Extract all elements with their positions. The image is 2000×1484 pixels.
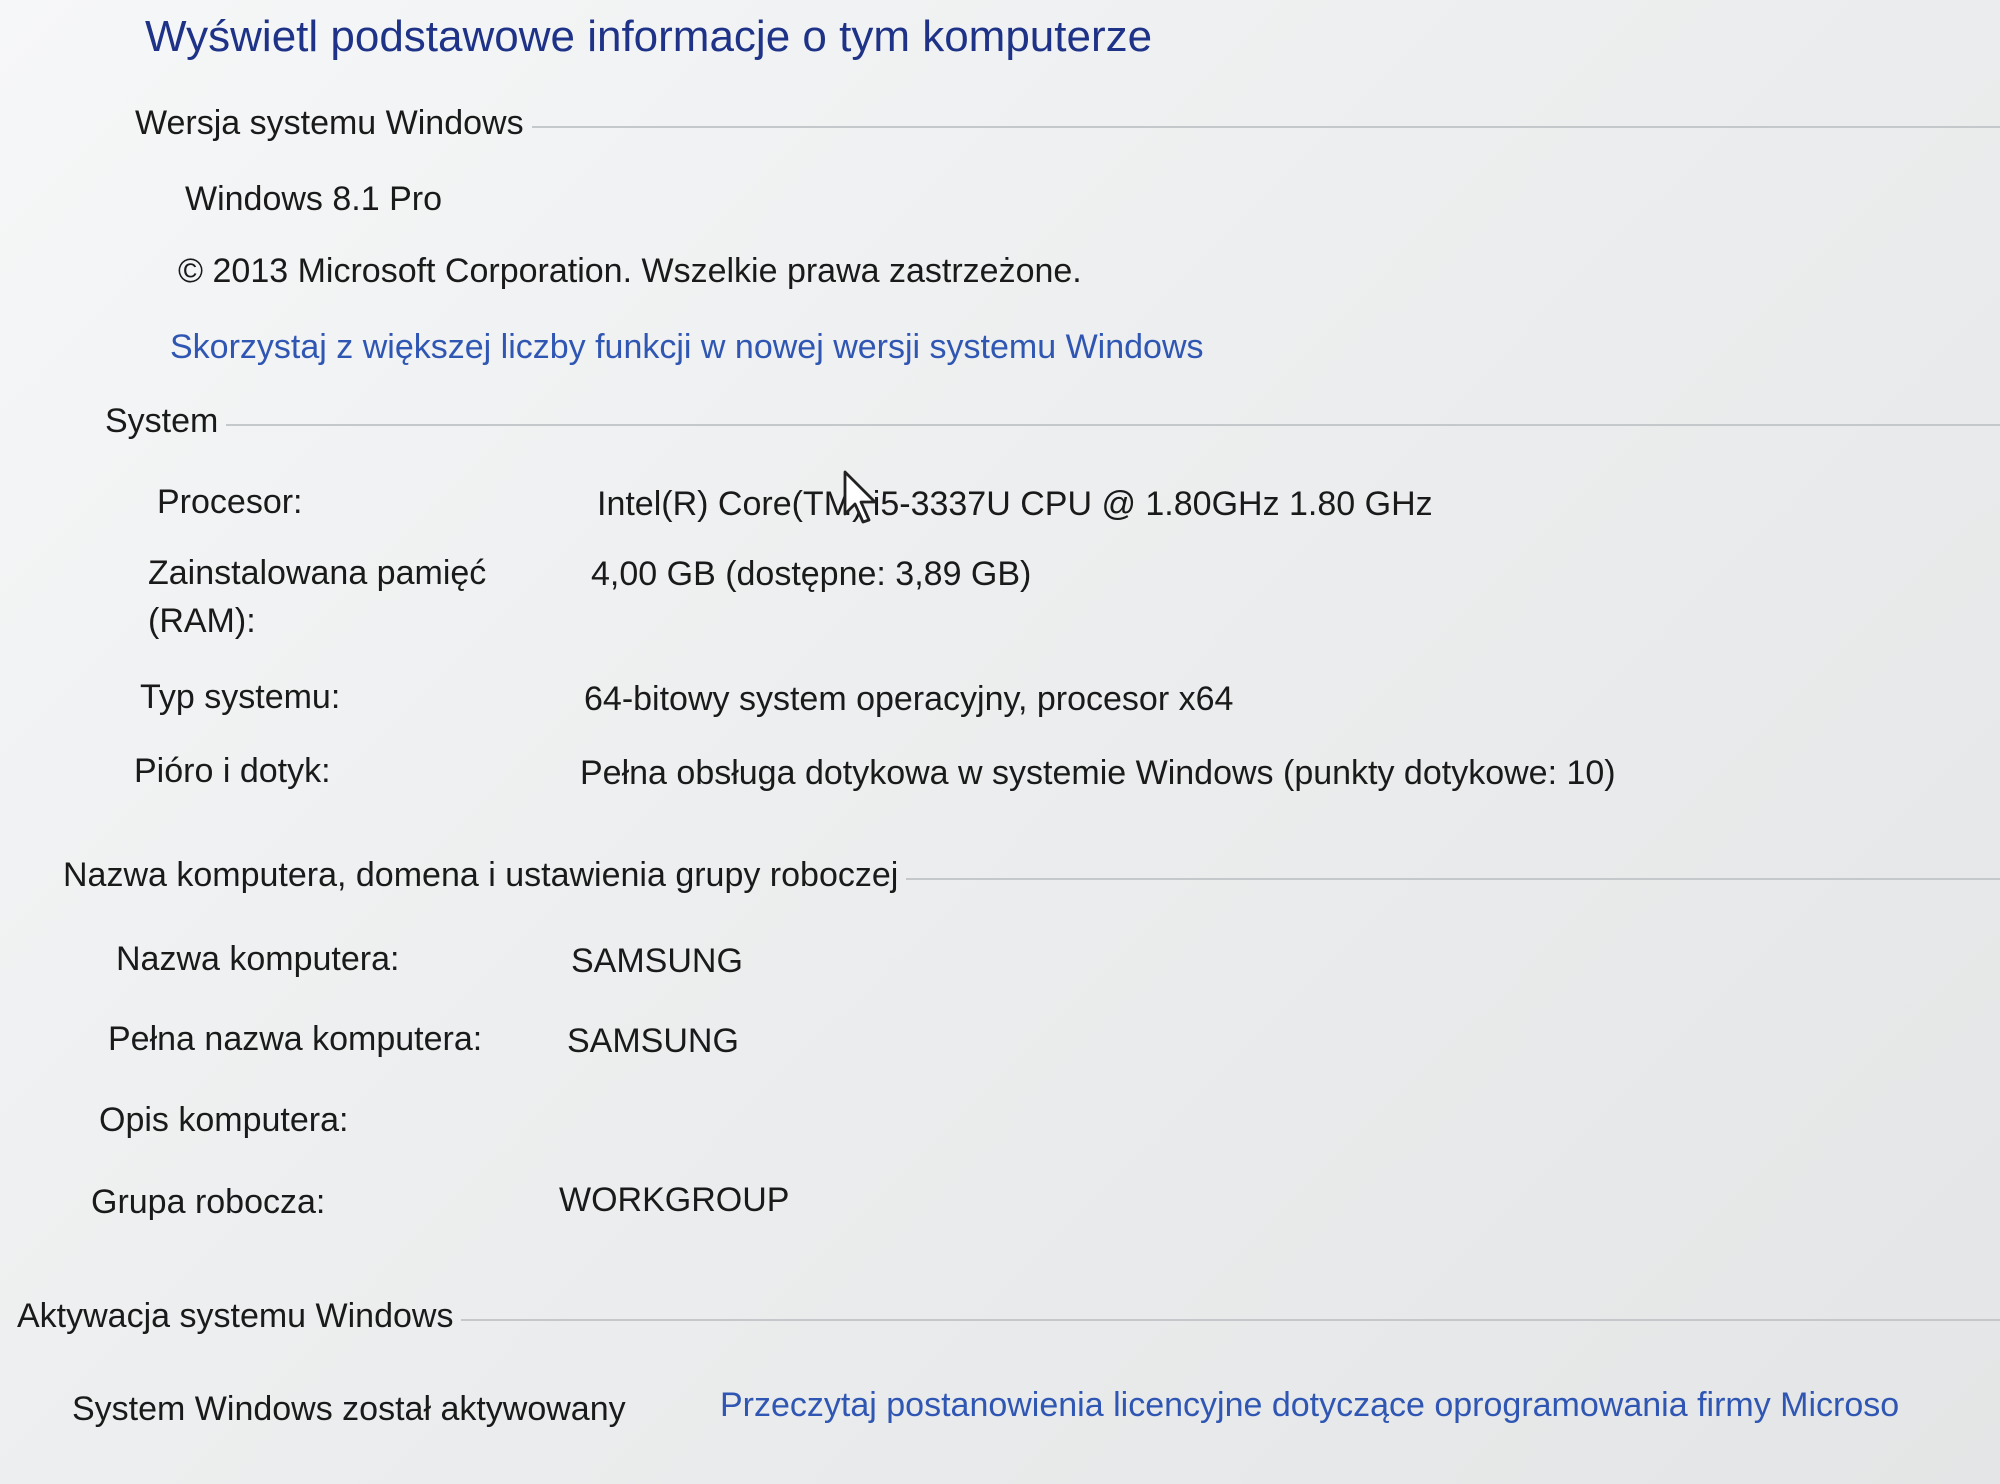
full-computer-name-value: SAMSUNG [567, 1022, 739, 1060]
upgrade-windows-link[interactable]: Skorzystaj z większej liczby funkcji w n… [170, 328, 1204, 367]
windows-edition-name: Windows 8.1 Pro [185, 180, 442, 218]
activation-status: System Windows został aktywowany [72, 1390, 626, 1428]
mouse-pointer-icon [843, 470, 877, 524]
section-system: System [105, 402, 2000, 441]
computer-name-label: Nazwa komputera: [116, 940, 400, 978]
section-activation: Aktywacja systemu Windows [17, 1297, 2000, 1336]
system-type-label: Typ systemu: [140, 678, 341, 716]
system-type-value: 64-bitowy system operacyjny, procesor x6… [584, 680, 1234, 718]
ram-value: 4,00 GB (dostępne: 3,89 GB) [591, 555, 1032, 593]
section-heading-activation: Aktywacja systemu Windows [17, 1297, 454, 1335]
processor-value: Intel(R) Core(TM) i5-3337U CPU @ 1.80GHz… [597, 485, 1433, 523]
section-divider [461, 1318, 2000, 1321]
pen-touch-label: Pióro i dotyk: [134, 752, 331, 790]
section-divider [906, 877, 2000, 880]
ram-label: Zainstalowana pamięć (RAM): [148, 554, 487, 640]
section-divider [226, 423, 2000, 426]
computer-description-label: Opis komputera: [99, 1101, 349, 1139]
section-heading-computer-name: Nazwa komputera, domena i ustawienia gru… [63, 856, 899, 894]
page-title: Wyświetl podstawowe informacje o tym kom… [145, 12, 1153, 61]
section-divider [531, 125, 2000, 128]
workgroup-label: Grupa robocza: [91, 1183, 326, 1221]
processor-label: Procesor: [157, 483, 303, 521]
copyright-text: © 2013 Microsoft Corporation. Wszelkie p… [178, 252, 1082, 290]
section-heading-windows-edition: Wersja systemu Windows [135, 104, 524, 142]
pen-touch-value: Pełna obsługa dotykowa w systemie Window… [580, 754, 1616, 792]
section-windows-edition: Wersja systemu Windows [135, 104, 2000, 143]
workgroup-value: WORKGROUP [559, 1181, 790, 1219]
system-properties-page: Wyświetl podstawowe informacje o tym kom… [0, 0, 2000, 1484]
section-computer-name: Nazwa komputera, domena i ustawienia gru… [63, 856, 2000, 895]
full-computer-name-label: Pełna nazwa komputera: [108, 1020, 483, 1058]
section-heading-system: System [105, 402, 219, 440]
license-terms-link[interactable]: Przeczytaj postanowienia licencyjne doty… [720, 1386, 1899, 1425]
computer-name-value: SAMSUNG [571, 942, 743, 980]
